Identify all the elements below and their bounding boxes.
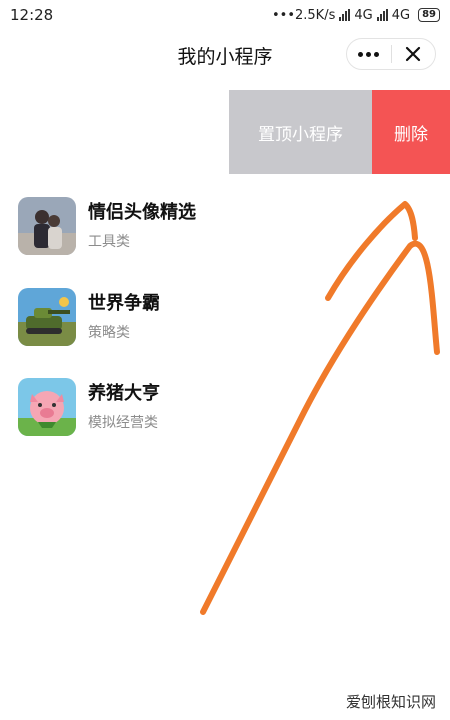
list-item[interactable]: 养猪大亨 模拟经营类 xyxy=(18,377,418,437)
delete-button[interactable]: 删除 xyxy=(372,90,450,174)
network-speed: •••2.5K/s xyxy=(272,7,336,23)
app-name: 养猪大亨 xyxy=(88,383,160,404)
tank-game-app-icon xyxy=(18,288,76,346)
app-category: 工具类 xyxy=(88,234,130,250)
capsule-menu xyxy=(346,38,436,70)
nav-bar: 我的小程序 xyxy=(0,30,450,80)
pin-mini-program-button[interactable]: 置顶小程序 xyxy=(229,90,372,174)
app-category: 模拟经营类 xyxy=(88,415,158,431)
close-icon xyxy=(406,46,421,62)
more-dots-icon xyxy=(358,51,364,57)
network-type-1: 4G xyxy=(354,7,373,23)
swipe-actions: 置顶小程序 删除 xyxy=(229,90,450,174)
watermark: 爱刨根知识网 xyxy=(345,693,436,711)
status-bar: 12:28 •••2.5K/s 4G 4G 89 xyxy=(0,0,450,30)
couple-avatar-app-icon xyxy=(18,197,76,255)
battery-icon: 89 xyxy=(418,8,440,22)
list-item[interactable]: 世界争霸 策略类 xyxy=(18,287,418,347)
close-button[interactable] xyxy=(392,46,436,62)
app-name: 情侣头像精选 xyxy=(88,202,196,223)
status-time: 12:28 xyxy=(10,6,54,24)
list-item[interactable]: 情侣头像精选 工具类 xyxy=(18,196,418,256)
signal-icon-2 xyxy=(376,9,388,21)
signal-icon xyxy=(339,9,351,21)
pig-game-app-icon xyxy=(18,378,76,436)
app-name: 世界争霸 xyxy=(88,293,160,314)
app-category: 策略类 xyxy=(88,325,130,341)
status-right: •••2.5K/s 4G 4G 89 xyxy=(272,8,440,23)
more-button[interactable] xyxy=(347,51,391,57)
page-title: 我的小程序 xyxy=(177,45,273,68)
network-type-2: 4G xyxy=(391,7,411,23)
